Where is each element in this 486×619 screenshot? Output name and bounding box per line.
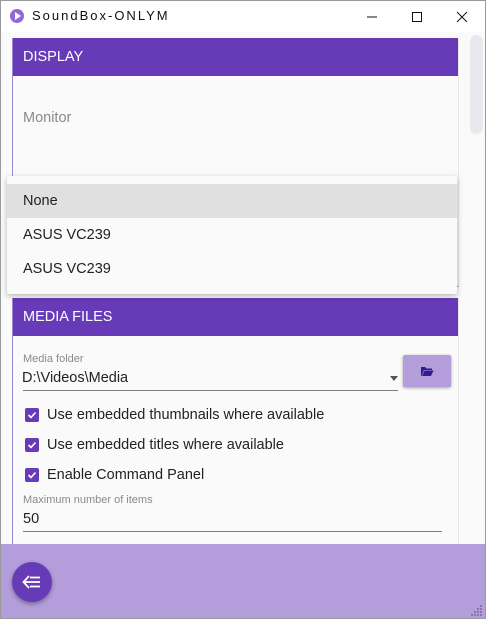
maximize-button[interactable] [394,1,440,32]
embedded-thumbnails-label: Use embedded thumbnails where available [47,407,325,423]
media-folder-caption: Media folder [23,353,84,365]
checkmark-icon [27,411,37,419]
bottom-bar [1,544,485,618]
max-items-caption: Maximum number of items [23,494,153,506]
command-panel-label: Enable Command Panel [47,467,205,483]
close-button[interactable] [439,1,485,32]
display-header: DISPLAY [13,38,458,76]
settings-content: DISPLAY Monitor y MEDIA FILES Media fold… [1,32,485,544]
media-files-header: MEDIA FILES [13,298,458,336]
chevron-down-icon[interactable] [390,376,398,381]
monitor-option-none[interactable]: None [7,184,457,218]
embedded-thumbnails-option[interactable]: Use embedded thumbnails where available [25,405,324,425]
minimize-button[interactable] [349,1,395,32]
play-circle-icon [10,9,24,23]
folder-open-icon [421,367,434,376]
monitor-option-asus-1[interactable]: ASUS VC239 [7,218,457,252]
embedded-titles-label: Use embedded titles where available [47,437,284,453]
browse-folder-button[interactable] [403,355,451,387]
command-panel-option[interactable]: Enable Command Panel [25,465,204,485]
minimize-icon [367,16,377,17]
resize-grip-icon[interactable] [471,604,483,616]
maximize-icon [412,11,422,22]
checkmark-icon [27,441,37,449]
close-icon [456,11,468,22]
scrollbar-thumb[interactable] [470,35,483,134]
app-window: SoundBox-ONLYM DISPLAY Monitor y MEDIA F… [0,0,486,619]
command-panel-checkbox[interactable] [25,468,39,482]
max-items-input[interactable]: 50 [23,511,39,527]
max-items-underline [23,531,442,532]
back-arrow-icon [22,575,40,589]
media-folder-underline [23,390,398,391]
media-folder-select[interactable]: D:\Videos\Media [22,370,128,386]
monitor-label: Monitor [23,110,72,126]
embedded-titles-option[interactable]: Use embedded titles where available [25,435,284,455]
back-button[interactable] [12,562,52,602]
title-bar[interactable]: SoundBox-ONLYM [1,1,485,32]
vertical-scrollbar[interactable] [468,32,485,544]
embedded-thumbnails-checkbox[interactable] [25,408,39,422]
monitor-option-asus-2[interactable]: ASUS VC239 [7,252,457,286]
embedded-titles-checkbox[interactable] [25,438,39,452]
checkmark-icon [27,471,37,479]
monitor-dropdown-menu[interactable]: None ASUS VC239 ASUS VC239 [7,176,457,294]
dropdown-padding [7,176,457,184]
window-title: SoundBox-ONLYM [32,8,170,23]
media-files-card: MEDIA FILES Media folder D:\Videos\Media… [12,298,459,544]
